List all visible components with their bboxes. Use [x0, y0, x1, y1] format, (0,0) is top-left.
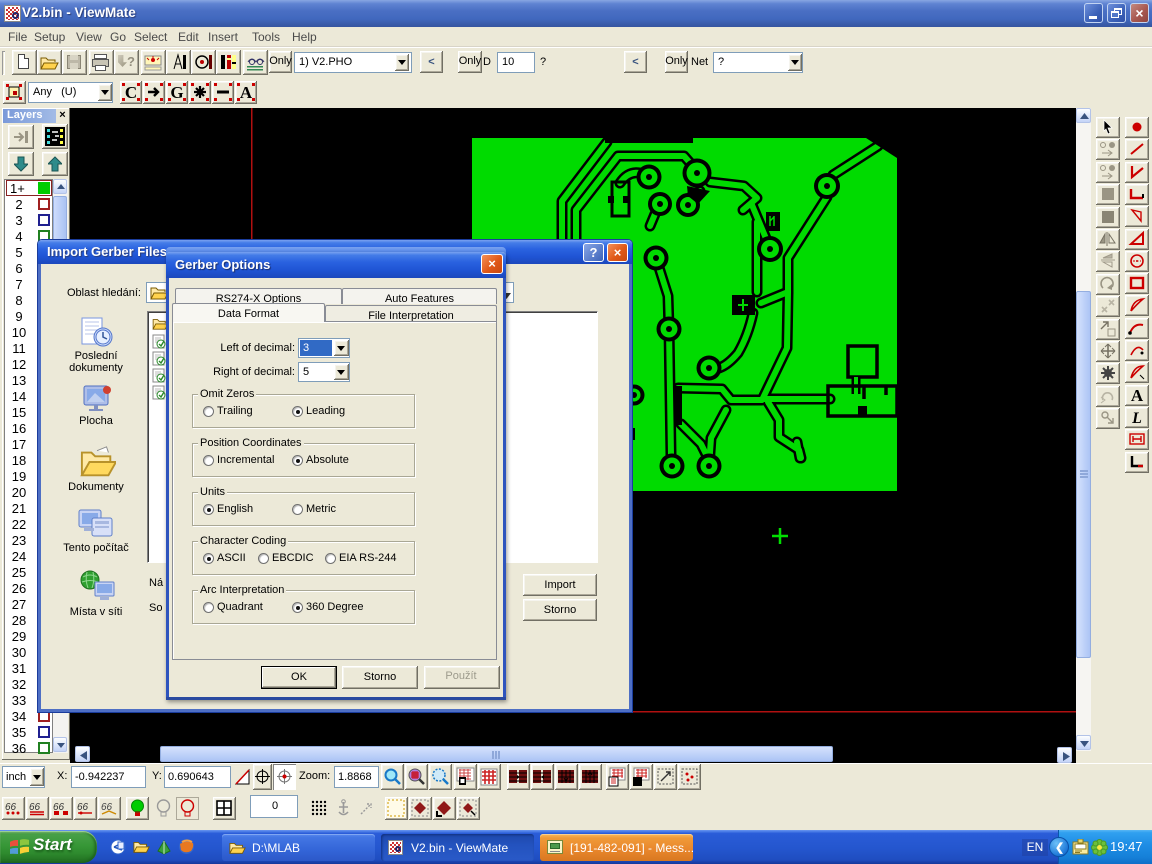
svg-text:66: 66	[77, 802, 89, 813]
svg-text:L: L	[1131, 410, 1142, 426]
svg-text:A: A	[1131, 386, 1144, 404]
svg-text:A: A	[240, 83, 253, 102]
svg-text:C: C	[125, 83, 137, 102]
svg-text:G: G	[170, 83, 183, 102]
svg-text:66: 66	[5, 802, 17, 813]
